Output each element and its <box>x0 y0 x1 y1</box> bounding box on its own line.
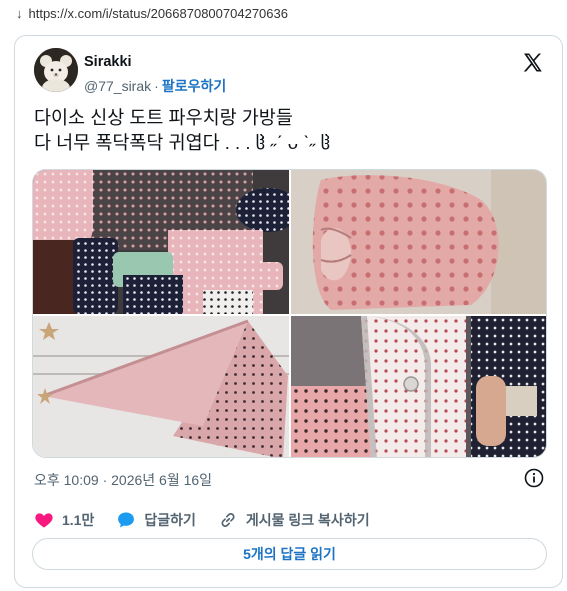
tweet-card: Sirakki @77_sirak · 팔로우하기 다이소 신상 도트 파우치랑… <box>14 35 563 588</box>
author-name[interactable]: Sirakki <box>84 54 132 70</box>
tweet-text: 다이소 신상 도트 파우치랑 가방들 다 너무 폭닥폭닥 귀엽다 . . . ჱ… <box>34 105 544 155</box>
follow-button[interactable]: 팔로우하기 <box>162 76 226 96</box>
author-handle-row: @77_sirak · 팔로우하기 <box>84 76 226 96</box>
reply-button[interactable]: 답글하기 <box>116 510 196 530</box>
tweet-text-line-1: 다이소 신상 도트 파우치랑 가방들 <box>34 107 293 128</box>
tweet-timestamp[interactable]: 오후 10:09 · 2026년 6월 16일 <box>34 470 212 490</box>
photo-4-white-polka-pouch[interactable] <box>291 316 546 457</box>
info-icon[interactable] <box>524 468 544 488</box>
separator-dot: · <box>154 78 159 94</box>
photo-3-pink-triangle-bag[interactable] <box>33 316 289 457</box>
like-count: 1.1만 <box>62 512 95 528</box>
media-grid <box>32 169 547 458</box>
photo-1-pouches-pile[interactable] <box>33 170 289 314</box>
url-text[interactable]: https://x.com/i/status/20668708007042706… <box>29 6 288 21</box>
speech-bubble-icon <box>118 512 135 528</box>
like-button[interactable]: 1.1만 <box>34 510 94 530</box>
avatar[interactable] <box>34 48 78 92</box>
photo-2-pink-drawstring-pouch[interactable] <box>291 170 546 314</box>
browser-url-bar[interactable]: ↓ https://x.com/i/status/206687080070427… <box>0 0 567 26</box>
reply-label: 답글하기 <box>144 512 196 528</box>
copy-link-label: 게시물 링크 복사하기 <box>245 512 370 528</box>
copy-link-button[interactable]: 게시물 링크 복사하기 <box>218 510 370 530</box>
heart-icon <box>35 513 53 528</box>
tweet-actions: 1.1만 답글하기 게시물 링크 복사하기 <box>34 509 392 531</box>
author-handle[interactable]: @77_sirak <box>84 78 151 94</box>
read-replies-button[interactable]: 5개의 답글 읽기 <box>32 538 547 570</box>
x-logo-icon[interactable] <box>521 51 545 75</box>
tweet-text-line-2: 다 너무 폭닥폭닥 귀엽다 . . . ჱ̒ ˶ˊ ᴗ ˋ˶ ჱ <box>34 132 331 153</box>
download-arrow-icon: ↓ <box>16 5 23 21</box>
link-icon <box>221 513 235 527</box>
